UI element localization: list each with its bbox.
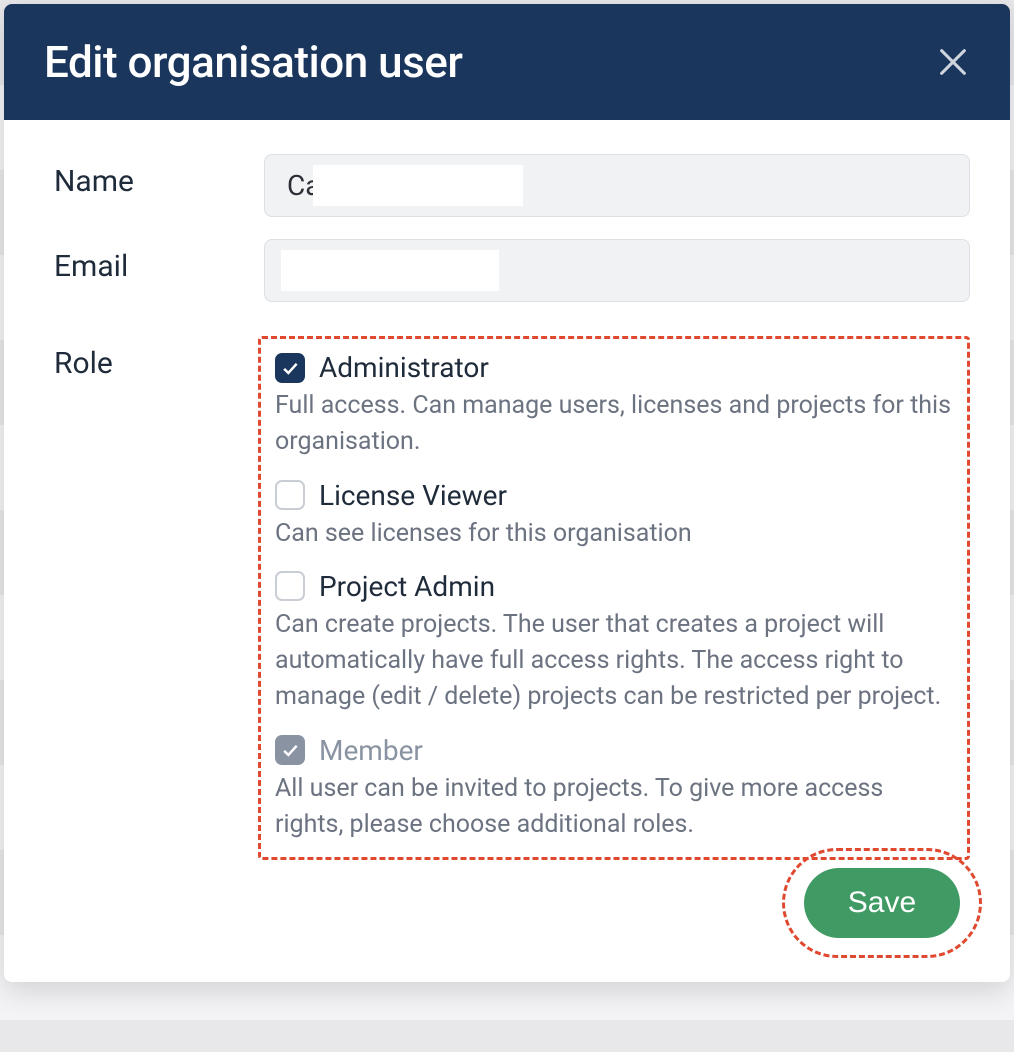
role-label-project-admin: Project Admin xyxy=(319,570,495,603)
redaction-mask xyxy=(313,165,523,206)
save-highlight: Save xyxy=(782,848,982,958)
email-input[interactable]: @gmail.com xyxy=(264,239,970,302)
name-label: Name xyxy=(54,154,264,199)
role-checkbox-administrator[interactable] xyxy=(275,353,305,383)
modal-title: Edit organisation user xyxy=(44,36,462,88)
role-member: Member All user can be invited to projec… xyxy=(275,734,953,844)
role-license-viewer: License Viewer Can see licenses for this… xyxy=(275,479,953,552)
role-desc-member: All user can be invited to projects. To … xyxy=(275,771,953,844)
role-label-member: Member xyxy=(319,734,423,767)
close-icon xyxy=(936,45,970,79)
check-icon xyxy=(280,358,300,378)
role-checkbox-project-admin[interactable] xyxy=(275,571,305,601)
edit-user-modal: Edit organisation user Name Ca d Email xyxy=(4,4,1010,982)
check-icon xyxy=(280,740,300,760)
email-row: Email @gmail.com xyxy=(54,239,970,302)
role-project-admin: Project Admin Can create projects. The u… xyxy=(275,570,953,716)
modal-header: Edit organisation user xyxy=(4,4,1010,120)
role-checkbox-member xyxy=(275,735,305,765)
role-desc-license-viewer: Can see licenses for this organisation xyxy=(275,516,953,552)
role-checkbox-license-viewer[interactable] xyxy=(275,480,305,510)
role-administrator: Administrator Full access. Can manage us… xyxy=(275,351,953,461)
role-label-administrator: Administrator xyxy=(319,351,489,384)
role-desc-administrator: Full access. Can manage users, licenses … xyxy=(275,388,953,461)
redaction-mask xyxy=(281,250,499,291)
name-input[interactable]: Ca d xyxy=(264,154,970,217)
role-label: Role xyxy=(54,336,264,381)
role-label-license-viewer: License Viewer xyxy=(319,479,507,512)
close-button[interactable] xyxy=(936,45,970,79)
role-row: Role Administrator Full access. Can mana… xyxy=(54,336,970,860)
role-group-highlight: Administrator Full access. Can manage us… xyxy=(258,336,970,860)
role-desc-project-admin: Can create projects. The user that creat… xyxy=(275,607,953,716)
name-row: Name Ca d xyxy=(54,154,970,217)
email-label: Email xyxy=(54,239,264,284)
save-highlight-ring xyxy=(782,848,982,958)
